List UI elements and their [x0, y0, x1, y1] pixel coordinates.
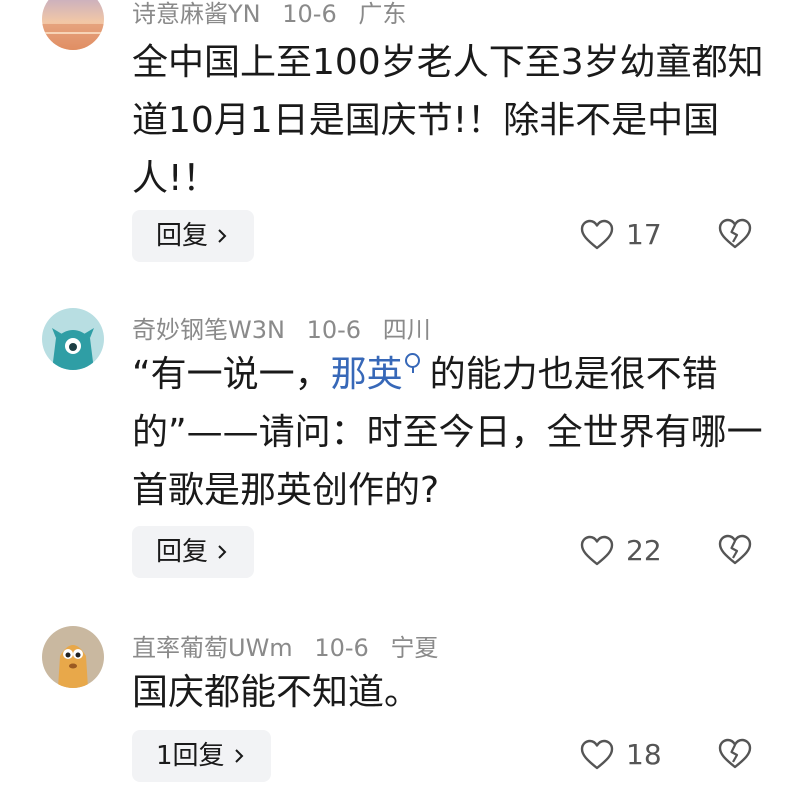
chevron-right-icon: [218, 229, 227, 243]
comment-date: 10-6: [306, 316, 362, 344]
comment-date: 10-6: [314, 634, 369, 662]
username[interactable]: 直率葡萄UWm: [132, 634, 293, 662]
avatar[interactable]: [42, 626, 104, 688]
heart-outline-icon: [580, 535, 614, 565]
username[interactable]: 诗意麻酱YN: [132, 0, 261, 28]
reply-button[interactable]: 1回复: [132, 730, 271, 782]
comment-location: 四川: [382, 316, 431, 344]
dislike-button[interactable]: [718, 218, 752, 254]
reply-label: 回复: [156, 221, 209, 251]
comment-meta: 诗意麻酱YN 10-6 广东: [132, 0, 420, 29]
heart-outline-icon: [580, 219, 614, 249]
broken-heart-icon: [718, 534, 752, 565]
comment-text: 全中国上至100岁老人下至3岁幼童都知道10月1日是国庆节!！除非不是中国人!！: [132, 42, 764, 199]
comment-date: 10-6: [282, 0, 337, 28]
chevron-right-icon: [218, 545, 227, 559]
like-count: 22: [626, 534, 662, 567]
like-button[interactable]: 22: [580, 534, 662, 567]
dislike-button[interactable]: [718, 534, 752, 570]
chevron-right-icon: [234, 749, 243, 763]
comment-item: 直率葡萄UWm 10-6 宁夏 国庆都能不知道。 1回复 18: [0, 618, 800, 808]
like-button[interactable]: 17: [580, 218, 662, 251]
reply-button[interactable]: 回复: [132, 526, 255, 578]
like-count: 17: [626, 218, 662, 251]
search-link[interactable]: 那英: [331, 354, 403, 395]
like-count: 18: [626, 738, 662, 771]
username[interactable]: 奇妙钢笔W3N: [132, 316, 285, 344]
comment-item: 诗意麻酱YN 10-6 广东 全中国上至100岁老人下至3岁幼童都知道10月1日…: [0, 0, 800, 270]
comment-text: “有一说一，那英 的能力也是很不错的”——请问：时至今日，全世界有哪一首歌是那英创…: [132, 346, 772, 520]
comment-meta: 奇妙钢笔W3N 10-6 四川: [132, 310, 445, 345]
comment-item: 奇妙钢笔W3N 10-6 四川 “有一说一，那英 的能力也是很不错的”——请问：时…: [0, 300, 800, 590]
search-icon[interactable]: [404, 353, 420, 373]
heart-outline-icon: [580, 739, 614, 769]
broken-heart-icon: [718, 738, 752, 769]
comment-meta: 直率葡萄UWm 10-6 宁夏: [132, 628, 452, 663]
comment-text-segment: “有一说一，: [132, 354, 331, 395]
broken-heart-icon: [718, 218, 752, 249]
comment-location: 广东: [358, 0, 407, 28]
avatar[interactable]: [42, 0, 104, 50]
reply-label: 回复: [156, 537, 209, 567]
reply-label: 1回复: [156, 741, 225, 771]
avatar[interactable]: [42, 308, 104, 370]
reply-button[interactable]: 回复: [132, 210, 255, 262]
comment-location: 宁夏: [390, 634, 439, 662]
dislike-button[interactable]: [718, 738, 752, 774]
comment-text: 国庆都能不知道。: [132, 672, 421, 713]
like-button[interactable]: 18: [580, 738, 662, 771]
